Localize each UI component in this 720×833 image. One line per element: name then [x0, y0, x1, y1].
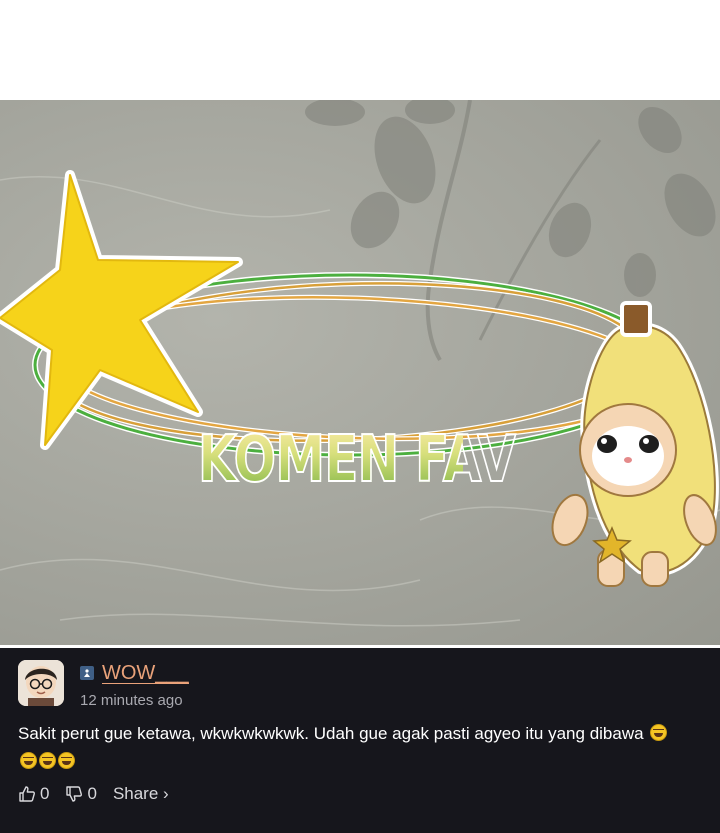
- avatar-illustration: [18, 660, 64, 706]
- thumbs-up-icon: [19, 786, 35, 802]
- downvote-button[interactable]: 0: [65, 784, 97, 804]
- user-flair-icon: [80, 666, 94, 680]
- upvote-button[interactable]: 0: [18, 784, 49, 804]
- banner-title: KOMEN FAV: [197, 423, 516, 497]
- thumbs-down-icon: [66, 786, 83, 802]
- username-link[interactable]: WOW___: [102, 663, 189, 684]
- comment-timestamp: 12 minutes ago: [80, 692, 183, 709]
- comment-body: Sakit perut gue ketawa, wkwkwkwkwk. Udah…: [18, 720, 710, 776]
- rolling-on-floor-laughing-icon: [39, 752, 56, 769]
- comment-actions: 0 0 Share ›: [18, 784, 185, 804]
- top-blank-area: [0, 0, 720, 100]
- upvote-count: 0: [40, 784, 50, 803]
- rolling-on-floor-laughing-icon: [20, 752, 37, 769]
- downvote-count: 0: [87, 784, 97, 803]
- leaf-shadows: [305, 100, 716, 362]
- rolling-on-floor-laughing-icon: [58, 752, 75, 769]
- banana-cat-illustration: [551, 301, 719, 587]
- comment-text: Sakit perut gue ketawa, wkwkwkwkwk. Udah…: [18, 724, 644, 743]
- banner-artwork: [0, 100, 720, 627]
- share-button[interactable]: Share ›: [113, 784, 169, 804]
- share-label: Share ›: [112, 784, 169, 803]
- banner-image: KOMEN FAV: [0, 100, 720, 645]
- avatar[interactable]: [18, 660, 64, 706]
- rolling-on-floor-laughing-icon: [650, 724, 668, 741]
- comment-header: WOW___: [80, 662, 189, 684]
